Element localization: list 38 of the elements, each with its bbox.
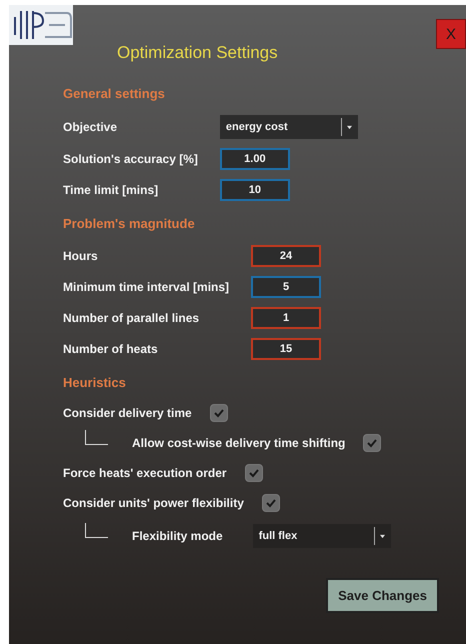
dropdown-arrow-icon (380, 534, 385, 538)
field-label: Time limit [mins] (63, 183, 160, 197)
checkmark-icon (212, 407, 225, 419)
section-heading: Problem's magnitude (63, 216, 195, 231)
field-label: Objective (63, 120, 118, 134)
field-label: Number of heats (63, 342, 159, 356)
option-label: Force heats' execution order (63, 466, 227, 480)
tree-connector (85, 430, 108, 444)
field-label: Minimum time interval [mins] (63, 280, 230, 294)
checkbox[interactable] (363, 434, 382, 452)
checkmark-icon (366, 437, 378, 449)
field-label: Solution's accuracy [%] (63, 152, 198, 166)
section-heading: General settings (63, 86, 165, 101)
option-label: Consider delivery time (63, 406, 192, 420)
input-field[interactable]: 24 (251, 245, 322, 267)
option-label: Consider units' power flexibility (63, 496, 244, 510)
checkmark-icon (248, 467, 260, 479)
option-label: Flexibility mode (132, 529, 223, 543)
option-label: Allow cost-wise delivery time shifting (132, 436, 346, 450)
field-label: Number of parallel lines (63, 311, 200, 325)
objective-dropdown[interactable]: energy cost (220, 115, 358, 139)
input-field[interactable]: 15 (251, 338, 322, 360)
checkbox[interactable] (262, 494, 280, 512)
input-field[interactable]: 1 (251, 307, 322, 329)
checkmark-icon (264, 497, 277, 509)
input-field[interactable]: 10 (220, 179, 290, 201)
dropdown-arrow-icon (346, 124, 352, 130)
field-label: Hours (63, 249, 99, 263)
tree-connector (85, 522, 108, 538)
input-field[interactable]: 1.00 (220, 148, 290, 170)
section-heading: Heuristics (63, 375, 126, 390)
input-field[interactable]: 5 (251, 276, 322, 298)
logo-icon (9, 5, 73, 45)
checkbox[interactable] (210, 404, 228, 422)
mode-dropdown[interactable]: full flex (252, 524, 391, 548)
checkbox[interactable] (244, 464, 263, 482)
window-title: Optimization Settings (117, 43, 278, 63)
save-button[interactable]: Save Changes (326, 578, 439, 613)
